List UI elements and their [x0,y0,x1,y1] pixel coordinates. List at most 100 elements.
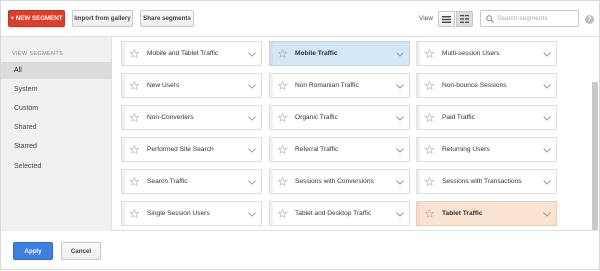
grid-view-button[interactable] [456,11,473,27]
sidebar-item-shared[interactable]: Shared [1,119,112,136]
drag-handle[interactable] [417,42,420,65]
segment-card[interactable]: Non-bounce Sessions [416,73,557,98]
sidebar-item-selected[interactable]: Selected [1,158,112,175]
sidebar-item-custom[interactable]: Custom [1,100,112,117]
drag-handle[interactable] [417,202,420,225]
segment-card[interactable]: Mobile and Tablet Traffic [121,41,262,66]
segment-grid: Mobile and Tablet Traffic Mobile Traffic M… [121,41,562,231]
drag-handle[interactable] [417,106,420,129]
drag-handle[interactable] [417,74,420,97]
drag-handle[interactable] [270,202,273,225]
segment-card[interactable]: Paid Traffic [416,105,557,130]
segment-card[interactable]: Returning Users [416,137,557,162]
chevron-down-icon[interactable] [248,212,256,217]
chevron-down-icon[interactable] [396,52,404,57]
drag-handle[interactable] [122,170,125,193]
import-from-gallery-button[interactable]: Import from gallery [72,10,133,27]
drag-handle[interactable] [122,138,125,161]
segment-card[interactable]: Sessions with Transactions [416,169,557,194]
star-icon[interactable] [130,209,139,218]
chevron-down-icon[interactable] [396,84,404,89]
segment-card[interactable]: Non-Converters [121,105,262,130]
drag-handle[interactable] [270,74,273,97]
segment-card[interactable]: Mobile Traffic [269,41,410,66]
segment-label: Tablet and Desktop Traffic [295,210,372,217]
drag-handle[interactable] [270,106,273,129]
chevron-down-icon[interactable] [248,52,256,57]
star-icon[interactable] [425,49,434,58]
help-icon[interactable]: ? [585,15,594,24]
drag-handle[interactable] [417,138,420,161]
chevron-down-icon[interactable] [248,116,256,121]
star-icon[interactable] [130,113,139,122]
chevron-down-icon[interactable] [396,148,404,153]
star-icon[interactable] [130,177,139,186]
chevron-down-icon[interactable] [248,84,256,89]
chevron-down-icon[interactable] [543,212,551,217]
segments-content: VIEW SEGMENTS All System Custom Shared S… [1,36,600,231]
toolbar: + NEW SEGMENT Import from gallery Share … [1,1,600,37]
new-segment-button[interactable]: + NEW SEGMENT [8,10,65,27]
star-icon[interactable] [425,145,434,154]
sidebar-item-starred[interactable]: Starred [1,138,112,155]
chevron-down-icon[interactable] [248,180,256,185]
segment-card[interactable]: Performed Site Search [121,137,262,162]
drag-handle[interactable] [270,138,273,161]
segment-card[interactable]: Sessions with Conversions [269,169,410,194]
drag-handle[interactable] [417,170,420,193]
chevron-down-icon[interactable] [543,180,551,185]
segment-card[interactable]: Multi-session Users [416,41,557,66]
chevron-down-icon[interactable] [543,116,551,121]
star-icon[interactable] [130,81,139,90]
drag-handle[interactable] [270,42,273,65]
search-icon [486,15,494,23]
chevron-down-icon[interactable] [396,116,404,121]
segment-card[interactable]: Organic Traffic [269,105,410,130]
segment-picker-panel: + NEW SEGMENT Import from gallery Share … [0,0,600,270]
scrollbar-thumb[interactable] [592,82,598,230]
drag-handle[interactable] [122,42,125,65]
star-icon[interactable] [130,49,139,58]
apply-button[interactable]: Apply [13,242,53,260]
chevron-down-icon[interactable] [543,52,551,57]
chevron-down-icon[interactable] [396,180,404,185]
sidebar: VIEW SEGMENTS All System Custom Shared S… [1,37,112,231]
star-icon[interactable] [278,209,287,218]
star-icon[interactable] [130,145,139,154]
chevron-down-icon[interactable] [543,148,551,153]
scrollbar[interactable] [591,38,599,230]
chevron-down-icon[interactable] [396,212,404,217]
drag-handle[interactable] [270,170,273,193]
search-input[interactable] [497,12,577,25]
chevron-down-icon[interactable] [248,148,256,153]
cancel-button[interactable]: Cancel [61,242,101,260]
star-icon[interactable] [278,49,287,58]
drag-handle[interactable] [122,106,125,129]
star-icon[interactable] [278,177,287,186]
star-icon[interactable] [425,113,434,122]
star-icon[interactable] [278,113,287,122]
star-icon[interactable] [425,209,434,218]
segment-card[interactable]: Search Traffic [121,169,262,194]
star-icon[interactable] [425,81,434,90]
segment-card[interactable]: Single Session Users [121,201,262,226]
footer: Apply Cancel [1,232,600,271]
share-segments-button[interactable]: Share segments [140,10,194,27]
segment-card[interactable]: Tablet Traffic [416,201,557,226]
segment-label: Organic Traffic [295,114,338,121]
drag-handle[interactable] [122,202,125,225]
segment-card[interactable]: Non Romanian Traffic [269,73,410,98]
segment-card[interactable]: Tablet and Desktop Traffic [269,201,410,226]
segment-label: Sessions with Transactions [442,178,522,185]
star-icon[interactable] [278,145,287,154]
sidebar-item-system[interactable]: System [1,81,112,98]
segment-card[interactable]: New Users [121,73,262,98]
segment-label: Sessions with Conversions [295,178,374,185]
chevron-down-icon[interactable] [543,84,551,89]
sidebar-item-all[interactable]: All [1,62,112,79]
segment-card[interactable]: Referral Traffic [269,137,410,162]
drag-handle[interactable] [122,74,125,97]
list-view-button[interactable] [438,11,455,27]
star-icon[interactable] [278,81,287,90]
star-icon[interactable] [425,177,434,186]
